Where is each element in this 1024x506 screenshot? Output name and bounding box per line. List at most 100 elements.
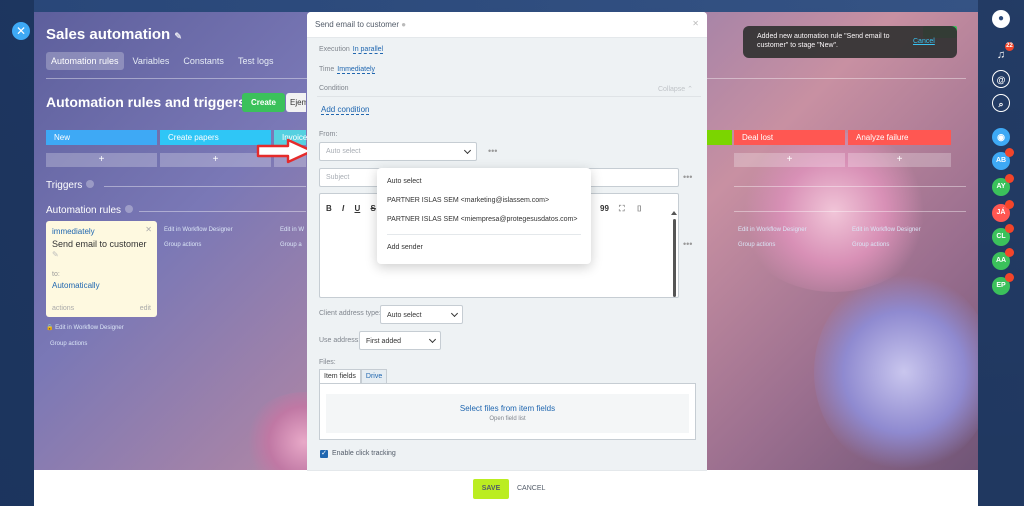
avatar[interactable]: AB [992,148,1014,170]
time-value[interactable]: Immediately [337,66,376,74]
subject-placeholder: Subject [326,174,350,181]
files-box: Select files from item fields Open field… [319,383,696,440]
sender-option[interactable]: PARTNER ISLAS SEM <marketing@islassem.co… [387,197,549,204]
files-label: Files: [319,359,336,366]
pencil-icon[interactable]: ✎ [174,31,182,41]
tab-item-fields[interactable]: Item fields [319,369,361,383]
source-icon[interactable]: ⌷ [637,204,642,214]
add-trigger-button[interactable]: + [160,153,271,167]
dialog-title: Send email to customer ● [315,20,407,29]
chevron-down-icon [428,335,437,344]
bold-button[interactable]: B [326,204,332,213]
help-icon[interactable]: ● [401,20,406,29]
tab-constants[interactable]: Constants [178,52,229,70]
execution-value[interactable]: In parallel [352,46,384,54]
group-actions-link[interactable]: Group actions [164,242,201,248]
chevron-down-icon [463,146,472,155]
user-profile-icon[interactable]: ● [992,10,1010,28]
pencil-icon[interactable]: ✎ [52,250,59,259]
collapse-button[interactable]: Collapse ⌃ [658,85,693,93]
tab-automation-rules[interactable]: Automation rules [46,52,124,70]
edit-in-designer-link[interactable]: Edit in Workflow Designer [164,227,233,233]
rule-to-value[interactable]: Automatically [52,281,151,290]
save-button[interactable]: SAVE [473,479,509,499]
quote-button[interactable]: 99 [600,204,609,213]
group-actions-link[interactable]: Group actions [50,341,87,347]
add-condition-link[interactable]: Add condition [321,105,370,115]
fullscreen-icon[interactable]: ⛶ [619,204,625,214]
click-tracking-checkbox[interactable]: ✓ [320,450,328,458]
select-files-link[interactable]: Select files from item fields [326,404,689,413]
page-title: Sales automation ✎ [46,26,182,43]
underline-button[interactable]: U [354,204,360,213]
sender-option[interactable]: Auto select [387,178,422,185]
chat-icon[interactable]: ◉ [992,128,1010,146]
avatar[interactable]: CL [992,224,1014,246]
from-select[interactable]: Auto select [319,142,477,161]
divider [104,186,306,187]
condition-label: Condition [319,85,349,92]
client-address-select[interactable]: Auto select [380,305,463,324]
group-actions-link[interactable]: Group a [280,242,302,248]
edit-in-designer-link[interactable]: 🔒 Edit in Workflow Designer [46,324,124,331]
files-drop-area[interactable]: Select files from item fields Open field… [326,394,689,433]
time-row: Time Immediately [319,66,376,74]
create-button[interactable]: Create [242,93,285,112]
open-field-list-link[interactable]: Open field list [326,416,689,422]
more-icon[interactable]: ••• [683,172,692,182]
group-actions-link[interactable]: Group actions [852,242,889,248]
sender-option[interactable]: PARTNER ISLAS SEM <miempresa@protegesusd… [387,216,577,223]
strike-button[interactable]: S [371,204,376,213]
use-address-select[interactable]: First added [359,331,441,350]
rule-card[interactable]: ✕ immediately Send email to customer ✎ t… [46,221,157,317]
close-icon[interactable]: ✕ [692,19,699,28]
avatar[interactable]: AA [992,248,1014,270]
stage-new[interactable]: New [46,130,157,145]
search-icon[interactable]: ⌕ [992,94,1010,112]
close-icon[interactable]: ✕ [145,225,152,234]
scroll-up-icon[interactable] [671,211,677,215]
add-trigger-button[interactable]: + [734,153,845,167]
add-trigger-button[interactable]: + [848,153,951,167]
rule-to-label: to: [52,271,60,278]
avatar[interactable]: EP [992,273,1014,295]
ejem-button[interactable]: Ejem [286,93,306,112]
stage-create-papers[interactable]: Create papers [160,130,271,145]
rule-when[interactable]: immediately [52,227,151,236]
divider [734,211,966,212]
section-title: Automation rules and triggers [46,94,246,110]
edit-in-designer-link[interactable]: Edit in Workflow Designer [852,227,921,233]
tab-test-logs[interactable]: Test logs [233,52,279,70]
rule-edit-link[interactable]: edit [140,305,151,312]
tab-drive[interactable]: Drive [360,369,388,383]
stage-analyze-failure[interactable]: Analyze failure [848,130,951,145]
client-address-value: Auto select [387,312,422,319]
editor-scrollbar[interactable] [673,219,676,297]
help-icon[interactable] [86,180,95,188]
more-icon[interactable]: ••• [488,146,497,156]
flower-decoration [814,272,978,472]
italic-button[interactable]: I [342,204,344,213]
add-sender-button[interactable]: Add sender [387,244,423,251]
at-sign-icon[interactable]: @ [992,70,1010,88]
edit-in-designer-link[interactable]: Edit in Workflow Designer [738,227,807,233]
notification-cancel-link[interactable]: Cancel [913,38,935,45]
stage-deal-lost[interactable]: Deal lost [734,130,845,145]
avatar[interactable]: JÁ [992,200,1014,222]
files-tabs: Item fields Drive [319,369,388,383]
chevron-down-icon [450,309,459,318]
close-slider-button[interactable]: ✕ [12,22,30,40]
avatar[interactable]: AY [992,174,1014,196]
add-trigger-button[interactable]: + [46,153,157,167]
bell-icon[interactable]: ♫ 22 [992,42,1014,64]
click-tracking-label: Enable click tracking [332,450,396,457]
help-icon[interactable] [125,205,134,213]
more-icon[interactable]: ••• [683,239,692,249]
divider [387,234,581,235]
tab-variables[interactable]: Variables [128,52,175,70]
use-address-value: First added [366,338,402,345]
cancel-button[interactable]: CANCEL [517,485,545,492]
dialog-header: Send email to customer ● ✕ [307,12,707,38]
group-actions-link[interactable]: Group actions [738,242,775,248]
edit-in-designer-link[interactable]: Edit in W [280,227,304,233]
